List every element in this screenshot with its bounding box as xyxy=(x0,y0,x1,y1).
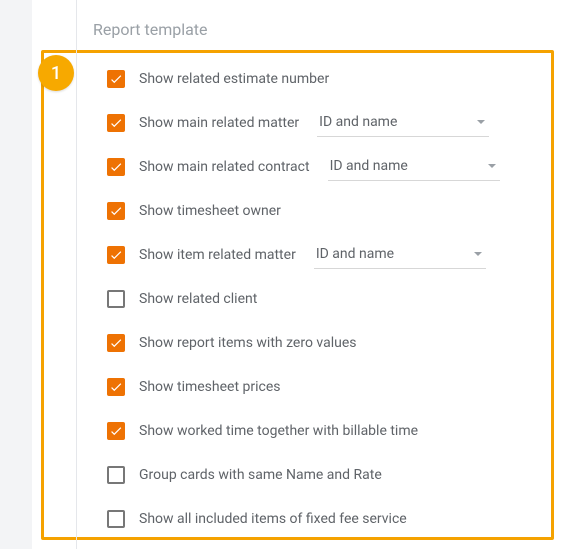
option-label: Show related client xyxy=(139,291,257,307)
option-row: Show worked time together with billable … xyxy=(107,409,560,453)
option-label: Show timesheet prices xyxy=(139,379,281,395)
option-row: Show related client xyxy=(107,277,560,321)
option-row: Show report items with zero values xyxy=(107,321,560,365)
option-label: Show item related matter xyxy=(139,247,296,263)
section-title: Report template xyxy=(93,20,560,39)
option-row: Show item related matter ID and name xyxy=(107,233,560,277)
checkbox[interactable] xyxy=(107,466,125,484)
option-row: Show related estimate number xyxy=(107,57,560,101)
options-list: Show related estimate number Show main re… xyxy=(93,57,560,541)
chevron-down-icon xyxy=(488,164,496,168)
checkbox[interactable] xyxy=(107,70,125,88)
option-row: Show main related matter ID and name xyxy=(107,101,560,145)
option-label: Show all included items of fixed fee ser… xyxy=(139,511,407,527)
option-label: Show related estimate number xyxy=(139,71,329,87)
checkbox[interactable] xyxy=(107,422,125,440)
option-label: Show main related matter xyxy=(139,115,299,131)
option-row: Show timesheet owner xyxy=(107,189,560,233)
checkbox[interactable] xyxy=(107,246,125,264)
chevron-down-icon xyxy=(477,120,485,124)
format-select[interactable]: ID and name xyxy=(314,241,486,269)
option-label: Show timesheet owner xyxy=(139,203,281,219)
checkbox[interactable] xyxy=(107,114,125,132)
option-row: Group cards with same Name and Rate xyxy=(107,453,560,497)
option-label: Group cards with same Name and Rate xyxy=(139,467,382,483)
checkbox[interactable] xyxy=(107,202,125,220)
checkbox[interactable] xyxy=(107,378,125,396)
checkbox[interactable] xyxy=(107,158,125,176)
format-select[interactable]: ID and name xyxy=(328,153,500,181)
step-badge: 1 xyxy=(38,55,74,91)
select-value: ID and name xyxy=(330,158,408,174)
option-label: Show main related contract xyxy=(139,159,310,175)
settings-panel: Report template Show related estimate nu… xyxy=(76,0,560,549)
checkbox[interactable] xyxy=(107,334,125,352)
option-row: Show main related contract ID and name xyxy=(107,145,560,189)
checkbox[interactable] xyxy=(107,290,125,308)
option-label: Show worked time together with billable … xyxy=(139,423,418,439)
format-select[interactable]: ID and name xyxy=(317,109,489,137)
option-row: Show timesheet prices xyxy=(107,365,560,409)
select-value: ID and name xyxy=(316,246,394,262)
chevron-down-icon xyxy=(474,252,482,256)
option-label: Show report items with zero values xyxy=(139,335,357,351)
select-value: ID and name xyxy=(319,114,397,130)
checkbox[interactable] xyxy=(107,510,125,528)
option-row: Show all included items of fixed fee ser… xyxy=(107,497,560,541)
left-strip xyxy=(0,0,32,549)
